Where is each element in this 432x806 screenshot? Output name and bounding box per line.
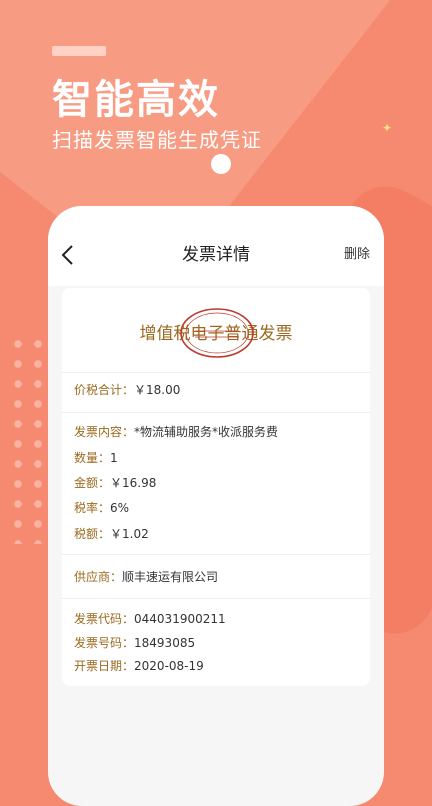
total-row: 价税合计：￥18.00 [74,382,180,398]
quantity-row: 数量：1 [74,450,118,466]
content-row: 发票内容：*物流辅助服务*收派服务费 [74,424,278,440]
quantity-label: 数量： [74,451,111,465]
amount-value: ￥16.98 [110,476,157,490]
amount-label: 金额： [74,476,111,490]
supplier-label: 供应商： [74,570,123,584]
date-label: 开票日期： [74,659,135,673]
date-row: 开票日期：2020-08-19 [74,658,204,674]
code-label: 发票代码： [74,612,135,626]
invoice-stamp [180,308,254,358]
hero-title: 智能高效 [52,77,220,123]
content-label: 发票内容： [74,425,135,439]
quantity-value: 1 [110,451,118,465]
invoice-card: 增值税电子普通发票 价税合计：￥18.00 发票内容：*物流辅助服务*收派服务费… [62,288,370,686]
divider [62,372,370,373]
code-value: 044031900211 [134,612,226,626]
divider [62,598,370,599]
total-label: 价税合计： [74,383,135,397]
decorative-dot [211,154,231,174]
delete-button[interactable]: 删除 [344,246,370,264]
content-value: *物流辅助服务*收派服务费 [134,425,279,439]
divider [62,554,370,555]
tax-rate-row: 税率：6% [74,500,129,516]
amount-row: 金额：￥16.98 [74,475,156,491]
code-row: 发票代码：044031900211 [74,611,226,627]
sparkle-icon: ✦ [382,121,393,135]
decorative-bar [52,46,106,56]
supplier-row: 供应商：顺丰速运有限公司 [74,569,218,585]
number-row: 发票号码：18493085 [74,635,195,651]
divider [62,412,370,413]
total-value: ￥18.00 [134,383,181,397]
tax-amount-value: ￥1.02 [110,527,149,541]
tax-rate-value: 6% [110,501,130,515]
date-value: 2020-08-19 [134,659,204,673]
number-label: 发票号码： [74,636,135,650]
app-header: 发票详情 删除 [48,206,384,286]
number-value: 18493085 [134,636,196,650]
supplier-value: 顺丰速运有限公司 [122,570,219,584]
hero-subtitle: 扫描发票智能生成凭证 [52,128,262,152]
decorative-dot-grid [8,334,48,544]
tax-amount-label: 税额： [74,527,111,541]
tax-rate-label: 税率： [74,501,111,515]
phone-mockup: 发票详情 删除 增值税电子普通发票 价税合计：￥18.00 发票内容：*物流辅助… [48,206,384,806]
tax-amount-row: 税额：￥1.02 [74,526,149,542]
page-title: 发票详情 [182,245,250,265]
